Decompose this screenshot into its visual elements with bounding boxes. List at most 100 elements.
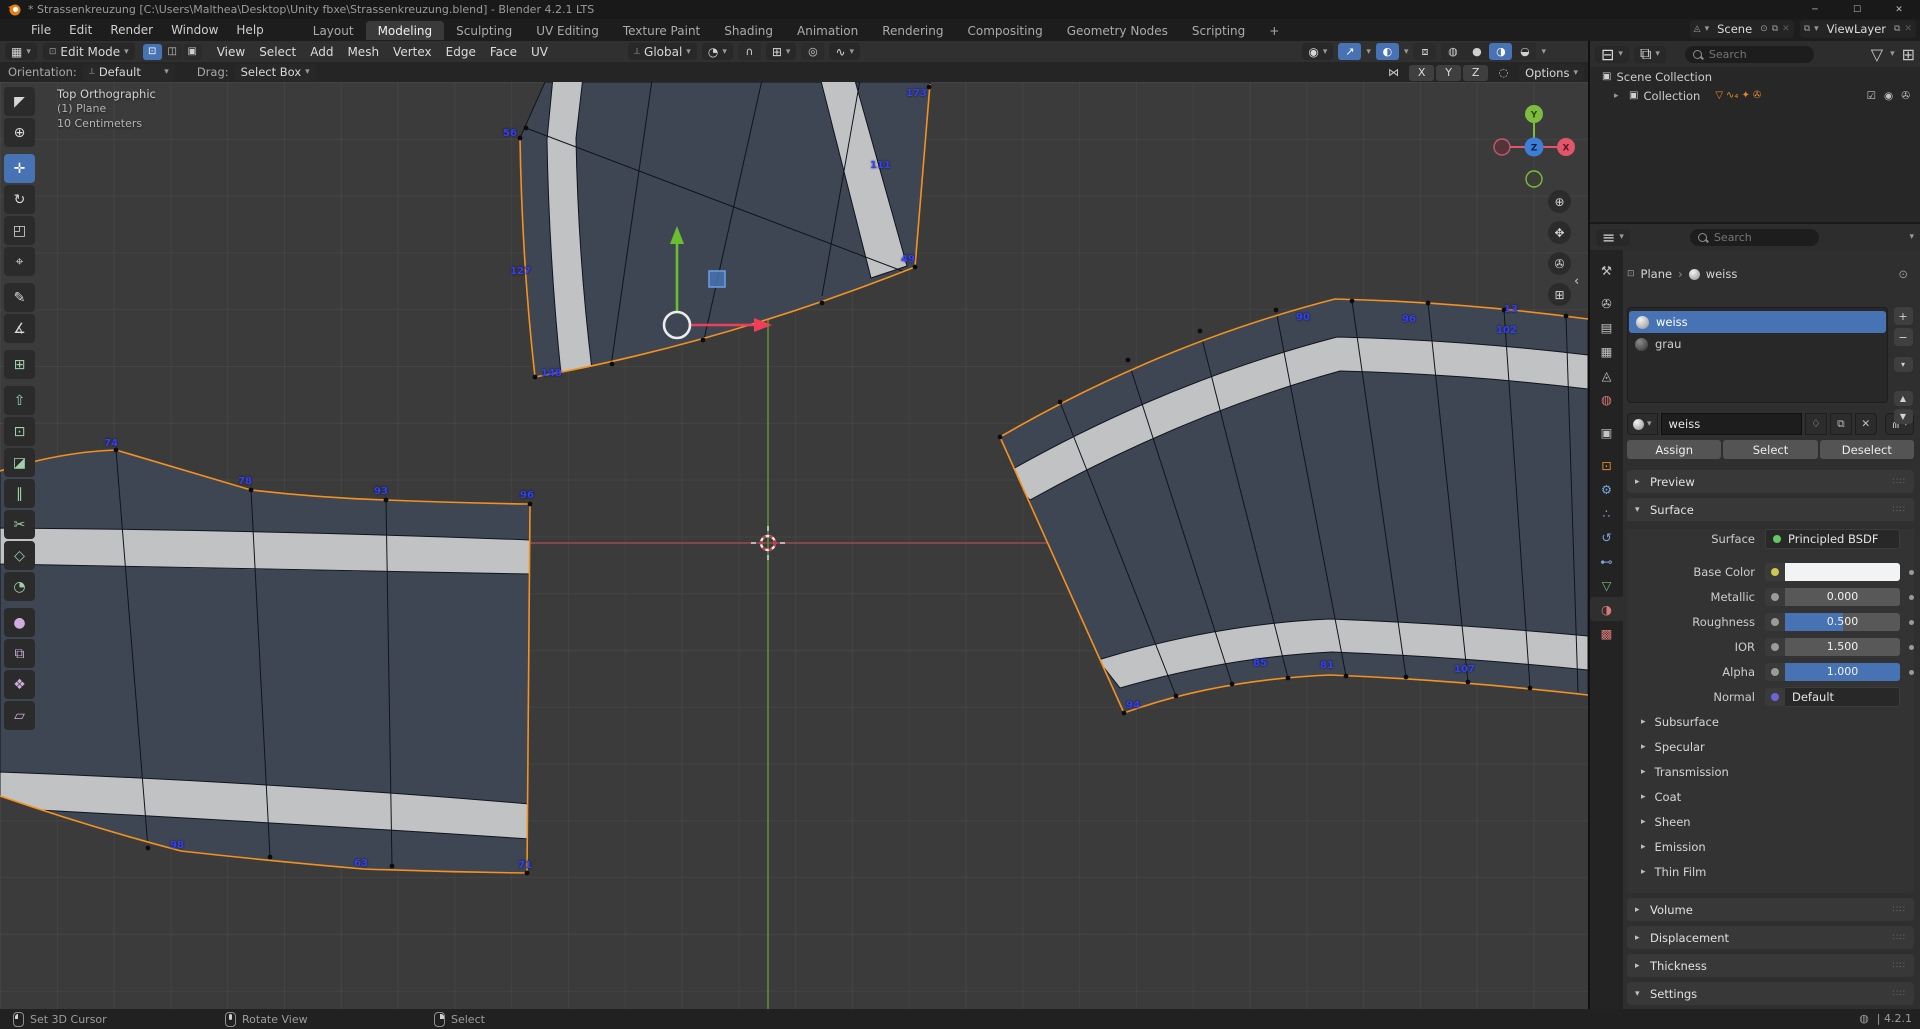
decorator-dot-icon[interactable] [1909,595,1914,600]
mirror-axis-button[interactable]: Z [1463,65,1488,81]
editor-type-dropdown[interactable]: ▦ ▾ [5,43,37,60]
workspace-tab[interactable]: Texture Paint [611,21,712,40]
tool-button[interactable]: ⊡ [4,417,35,446]
breadcrumb-object[interactable]: Plane [1641,267,1673,281]
mesh-road-right[interactable] [998,299,1588,716]
properties-search-input[interactable] [1712,230,1811,245]
tool-button[interactable]: ✂ [4,510,35,539]
zoom-button[interactable]: ⊕ [1548,190,1571,213]
tool-button[interactable]: ◪ [4,448,35,477]
tool-button[interactable]: ❖ [4,670,35,699]
tool-button[interactable]: ▱ [4,701,35,730]
tool-button[interactable]: ◇ [4,541,35,570]
outliner-search[interactable] [1685,46,1814,63]
scene-selector[interactable]: ◬ ▾ Scene ⊙ ⧉ ✕ [1690,20,1794,38]
tool-button[interactable]: ✛ [4,154,35,183]
properties-tab[interactable]: ◬ [1590,363,1623,387]
header-menu-item[interactable]: Vertex [386,43,439,61]
proportional-falloff-dropdown[interactable]: ∿ ▾ [829,43,860,60]
workspace-tab[interactable]: Compositing [955,21,1054,40]
visibility-toggle-icon[interactable]: ✇ [1901,90,1910,102]
window-button[interactable]: ✕ [1878,0,1920,19]
sidebar-collapse-arrow[interactable]: ‹ [1574,274,1579,289]
orientation-dropdown[interactable]: ⟂ Default ▾ [83,64,175,81]
chevron-down-icon[interactable]: ▾ [1890,49,1895,59]
outliner-row-scene-collection[interactable]: ▣ Scene Collection [1590,67,1920,86]
workspace-tab[interactable]: Rendering [870,21,955,40]
solid-shading-button[interactable]: ● [1465,43,1488,60]
workspace-tab[interactable]: Modeling [366,21,445,40]
close-icon[interactable]: ✕ [1782,24,1790,34]
chevron-down-icon[interactable]: ▾ [1814,24,1819,34]
snap-toggle[interactable]: ∩ [738,43,761,60]
preview-panel-header[interactable]: ▸ Preview ∷∷ [1627,470,1914,493]
panel-drag-handle[interactable]: ∷∷ [1893,989,1906,999]
properties-panel-header[interactable]: ▸ Thickness ∷∷ [1627,954,1914,977]
copy-icon[interactable]: ⧉ [1830,413,1852,435]
panel-drag-handle[interactable]: ∷∷ [1893,905,1906,915]
slot-specials-button[interactable]: ▾ [1894,357,1913,372]
edge-select-button[interactable]: ◫ [163,44,182,60]
viewport-canvas[interactable]: Y X Z Top Orthographic (1) Plane 10 Cent… [0,82,1588,1009]
workspace-tab[interactable]: Sculpting [444,21,524,40]
shader-sub-panel[interactable]: ▸ Transmission [1641,762,1914,782]
vertex-select-button[interactable]: ⊡ [143,44,162,60]
surface-panel-header[interactable]: ▾ Surface ∷∷ [1627,498,1914,521]
shader-sub-panel[interactable]: ▸ Coat [1641,787,1914,807]
workspace-tab[interactable]: Animation [785,21,870,40]
ortho-toggle-button[interactable]: ⊞ [1548,283,1571,306]
material-slot-row[interactable]: grau [1628,333,1887,355]
shader-sub-panel[interactable]: ▸ Emission [1641,837,1914,857]
mirror-axis-button[interactable]: X [1409,65,1434,81]
tool-button[interactable]: ◤ [4,87,35,116]
window-button[interactable]: ☐ [1836,0,1878,19]
roughness-slider[interactable]: 0.500 [1765,613,1900,631]
material-action-button[interactable]: Select [1723,440,1817,459]
properties-tab[interactable]: ▽ [1590,573,1623,597]
mode-dropdown[interactable]: ⊡ Edit Mode ▾ [43,43,135,60]
pin-icon[interactable]: ⊙ [1760,24,1768,34]
properties-tab[interactable]: ▣ [1590,420,1623,444]
menubar-item[interactable]: Help [227,21,272,39]
wireframe-shading-button[interactable]: ◍ [1441,43,1464,60]
scene-name[interactable]: Scene [1713,22,1756,36]
menubar-item[interactable]: File [22,21,60,39]
material-action-button[interactable]: Assign [1627,440,1721,459]
add-slot-button[interactable]: + [1894,307,1913,325]
mirror-axis-button[interactable]: Y [1436,65,1461,81]
breadcrumb-material[interactable]: weiss [1706,267,1738,281]
header-menu-item[interactable]: Mesh [340,43,386,61]
pivot-point-dropdown[interactable]: ◔ ▾ [702,43,733,60]
copy-icon[interactable]: ⧉ [1894,24,1900,34]
properties-panel-header[interactable]: ▸ Volume ∷∷ [1627,898,1914,921]
decorator-dot-icon[interactable] [1909,645,1914,650]
properties-tab[interactable]: ▩ [1590,621,1623,645]
chevron-down-icon[interactable]: ▾ [1909,232,1914,242]
tool-button[interactable]: ∡ [4,314,35,343]
shader-sub-panel[interactable]: ▸ Sheen [1641,812,1914,832]
remove-slot-button[interactable]: − [1894,328,1913,346]
properties-tab[interactable]: ⊷ [1590,549,1623,573]
tool-button[interactable]: ◰ [4,216,35,245]
header-menu-item[interactable]: UV [524,43,555,61]
workspace-tab[interactable]: Scripting [1180,21,1257,40]
alpha-slider[interactable]: 1.000 [1765,663,1900,681]
panel-drag-handle[interactable]: ∷∷ [1893,505,1906,515]
transform-orientation-dropdown[interactable]: ⟂ Global ▾ [628,43,697,60]
window-button[interactable]: ─ [1794,0,1836,19]
properties-tab[interactable]: ∴ [1590,501,1623,525]
outliner-filter-dropdown[interactable]: ⧉▾ [1634,46,1666,63]
navigation-gizmo[interactable]: Y X Z [1494,105,1575,187]
chevron-down-icon[interactable]: ▾ [1541,47,1546,57]
properties-search[interactable] [1690,229,1819,246]
proportional-edit-toggle[interactable]: ◎ [801,43,824,60]
ior-slider[interactable]: 1.500 [1765,638,1900,656]
workspace-tab[interactable]: + [1257,21,1291,40]
tool-button[interactable]: ◔ [4,572,35,601]
pin-icon[interactable]: ⊙ [1898,267,1908,281]
tool-button[interactable]: ● [4,608,35,637]
chevron-down-icon[interactable]: ▾ [1404,47,1409,57]
overlays-toggle[interactable]: ◐ [1376,43,1399,60]
fake-user-shield-icon[interactable]: ♢ [1805,413,1827,435]
panel-drag-handle[interactable]: ∷∷ [1893,477,1906,487]
